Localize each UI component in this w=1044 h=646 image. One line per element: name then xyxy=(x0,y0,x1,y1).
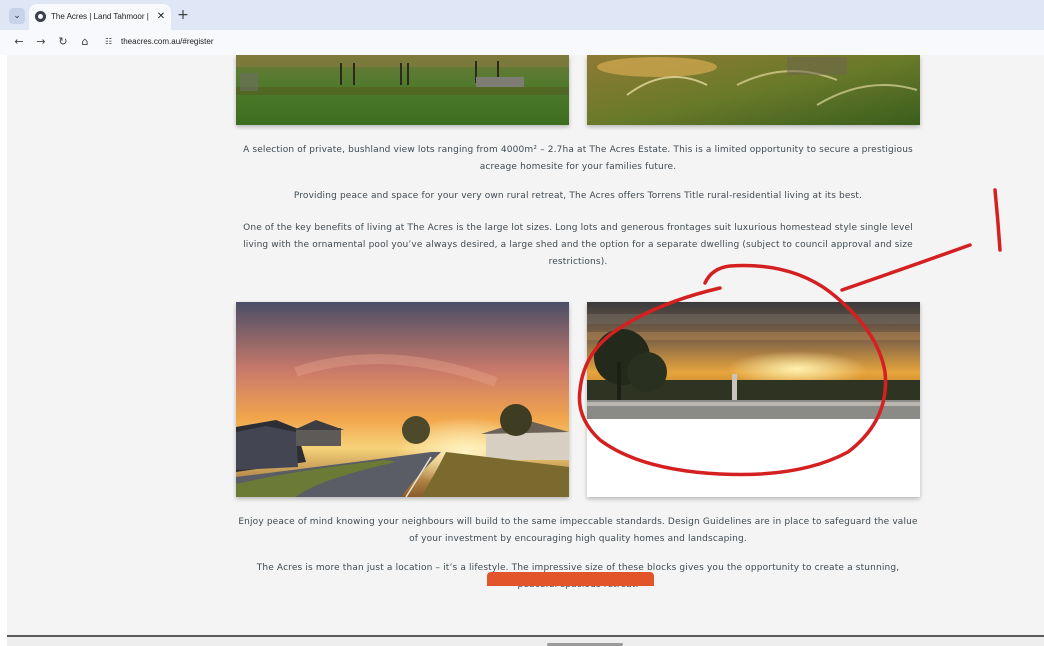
address-bar[interactable]: theacres.com.au/#register xyxy=(121,35,214,49)
site-info-icon[interactable]: ☷ xyxy=(105,36,115,48)
paragraph-lot-sizes: One of the key benefits of living at The… xyxy=(243,223,913,267)
browser-toolbar: ← → ↻ ⌂ ☷ theacres.com.au/#register xyxy=(0,30,1044,55)
paragraph-peace-space: Providing peace and space for your very … xyxy=(293,191,863,201)
tab-close-icon[interactable]: ✕ xyxy=(154,10,168,24)
page-content: A selection of private, bushland view lo… xyxy=(7,55,1044,635)
paragraph-lots: A selection of private, bushland view lo… xyxy=(243,145,913,172)
browser-tab[interactable]: The Acres | Land Tahmoor | Big ✕ xyxy=(29,4,171,30)
paragraph-design-guidelines: Enjoy peace of mind knowing your neighbo… xyxy=(238,517,918,544)
register-button[interactable] xyxy=(487,572,654,586)
new-tab-button[interactable]: + xyxy=(176,7,190,23)
tab-strip: ⌄ The Acres | Land Tahmoor | Big ✕ + xyxy=(0,0,1044,30)
sunset-trees-photo xyxy=(587,302,920,497)
home-icon[interactable]: ⌂ xyxy=(77,34,93,50)
park-playground-photo xyxy=(236,55,569,125)
back-arrow-icon[interactable]: ← xyxy=(11,34,27,50)
globe-icon xyxy=(35,11,46,22)
reload-icon[interactable]: ↻ xyxy=(55,34,71,50)
tab-list-button[interactable]: ⌄ xyxy=(9,8,25,24)
forward-arrow-icon[interactable]: → xyxy=(33,34,49,50)
tab-title: The Acres | Land Tahmoor | Big xyxy=(51,12,151,21)
sunset-street-photo xyxy=(236,302,569,497)
sprinkler-lawn-photo xyxy=(587,55,920,125)
horizontal-scrollbar[interactable] xyxy=(7,635,1044,646)
